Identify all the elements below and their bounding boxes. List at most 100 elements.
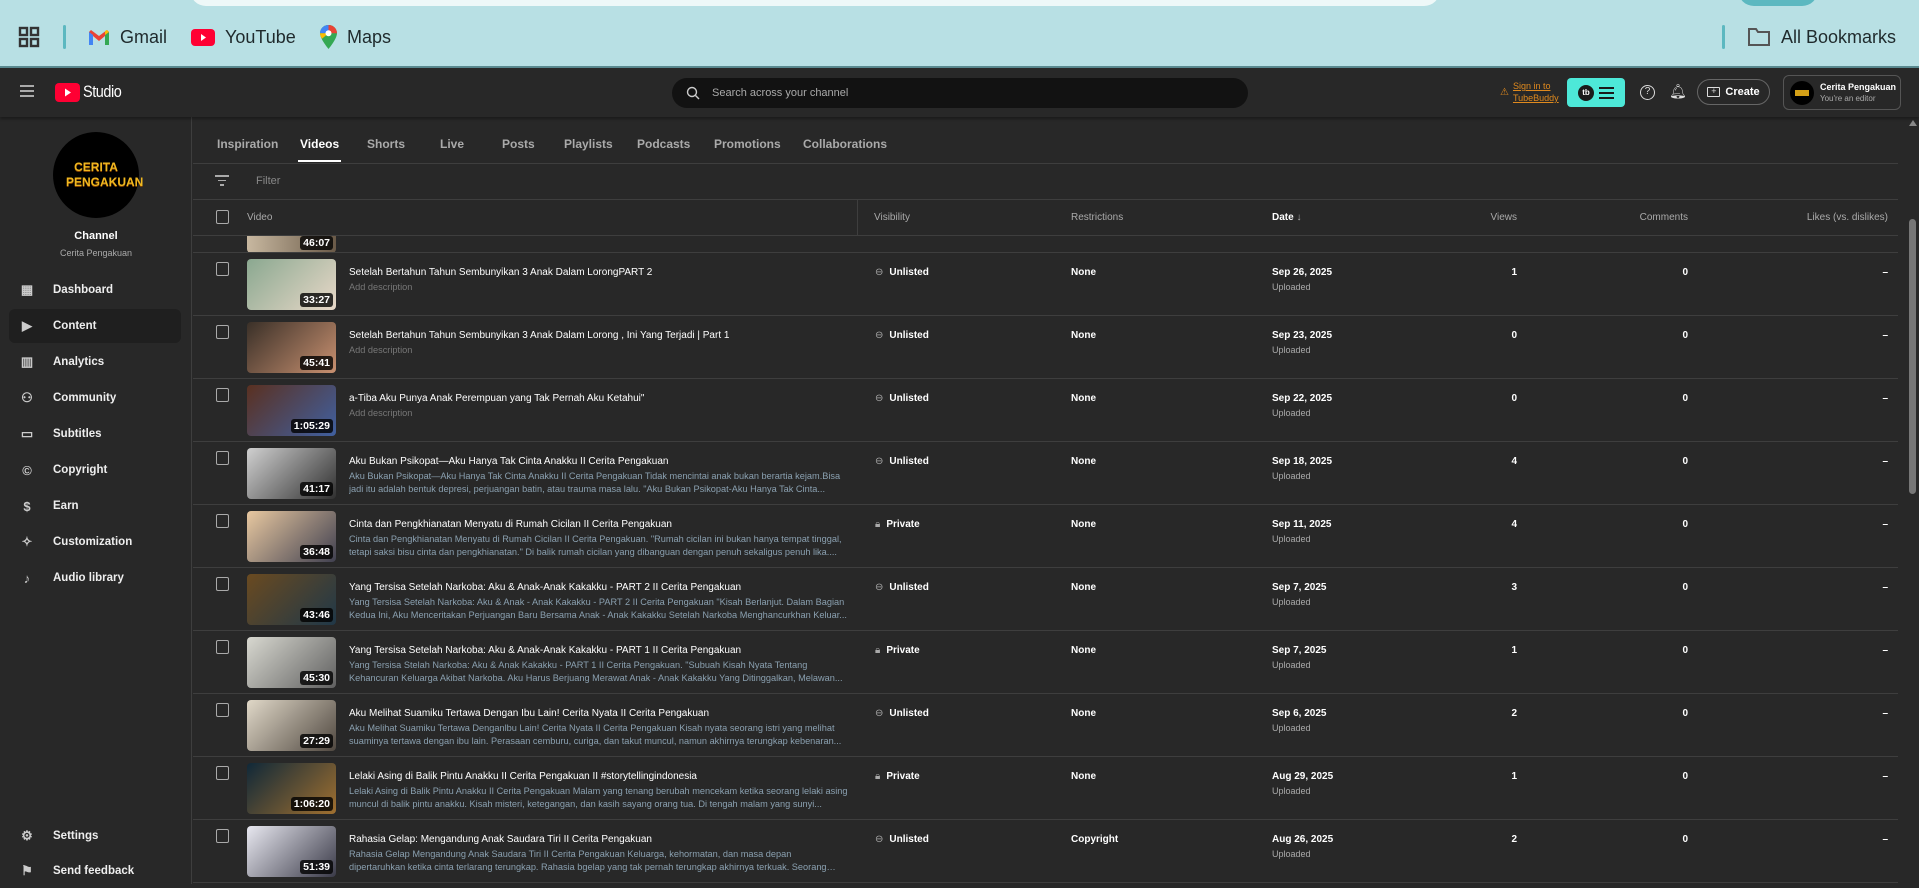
all-bookmarks[interactable]: All Bookmarks [1747, 24, 1896, 50]
column-header-visibility[interactable]: Visibility [874, 212, 910, 223]
sidebar-item-audio-library[interactable]: ♪ Audio library [9, 561, 181, 595]
visibility-dropdown[interactable]: ⊖ Unlisted [875, 456, 929, 467]
sidebar-item-earn[interactable]: $ Earn [9, 489, 181, 523]
video-title[interactable]: Setelah Bertahun Tahun Sembunyikan 3 Ana… [349, 267, 652, 278]
table-row[interactable]: 33:27 Setelah Bertahun Tahun Sembunyikan… [193, 253, 1898, 316]
table-row[interactable]: 41:17 Aku Bukan Psikopat—Aku Hanya Tak C… [193, 442, 1898, 505]
browser-button-edge[interactable] [1738, 0, 1818, 6]
tab-inspiration[interactable]: Inspiration [217, 137, 278, 151]
restrictions-value[interactable]: Copyright [1071, 834, 1118, 845]
apps-grid-icon[interactable] [18, 24, 40, 50]
select-all-checkbox[interactable] [216, 210, 229, 224]
scroll-up-icon[interactable] [1909, 120, 1917, 126]
column-header-comments[interactable]: Comments [1588, 212, 1688, 223]
tab-posts[interactable]: Posts [502, 137, 535, 151]
column-header-likes[interactable]: Likes (vs. dislikes) [1738, 212, 1888, 223]
video-title[interactable]: Cinta dan Pengkhianatan Menyatu di Rumah… [349, 519, 672, 530]
visibility-dropdown[interactable]: 🔒︎ Private [875, 771, 920, 782]
filter-icon[interactable] [215, 175, 229, 186]
video-title[interactable]: Rahasia Gelap: Mengandung Anak Saudara T… [349, 834, 652, 845]
row-checkbox[interactable] [216, 766, 229, 780]
tab-shorts[interactable]: Shorts [367, 137, 405, 151]
sidebar-item-dashboard[interactable]: ▦ Dashboard [9, 273, 181, 307]
sidebar-item-send-feedback[interactable]: ⚑ Send feedback [9, 854, 181, 888]
video-thumbnail[interactable]: 45:30 [247, 637, 336, 688]
bookmark-maps[interactable]: Maps [320, 24, 391, 50]
tubebuddy-signin-link[interactable]: ⚠ Sign in to TubeBuddy [1500, 80, 1563, 104]
row-checkbox[interactable] [216, 388, 229, 402]
table-row[interactable]: 27:29 Aku Melihat Suamiku Tertawa Dengan… [193, 694, 1898, 757]
visibility-dropdown[interactable]: 🔒︎ Private [875, 645, 920, 656]
bookmark-gmail[interactable]: Gmail [88, 24, 167, 50]
search-input[interactable]: Search across your channel [672, 78, 1248, 108]
tab-collaborations[interactable]: Collaborations [803, 137, 887, 151]
video-title[interactable]: Yang Tersisa Setelah Narkoba: Aku & Anak… [349, 582, 741, 593]
sidebar-item-analytics[interactable]: ▥ Analytics [9, 345, 181, 379]
table-row[interactable]: 1:05:29 a-Tiba Aku Punya Anak Perempuan … [193, 379, 1898, 442]
sidebar-item-customization[interactable]: ✧ Customization [9, 525, 181, 559]
table-row[interactable]: 45:30 Yang Tersisa Setelah Narkoba: Aku … [193, 631, 1898, 694]
sidebar-item-settings[interactable]: ⚙ Settings [9, 819, 181, 853]
video-description[interactable]: Add description [349, 344, 849, 357]
tab-live[interactable]: Live [440, 137, 464, 151]
row-checkbox[interactable] [216, 577, 229, 591]
visibility-dropdown[interactable]: ⊖ Unlisted [875, 330, 929, 341]
video-description[interactable]: Add description [349, 407, 849, 420]
row-checkbox[interactable] [216, 640, 229, 654]
video-thumbnail[interactable]: 1:05:29 [247, 385, 336, 436]
sidebar-item-content[interactable]: ▶ Content [9, 309, 181, 343]
visibility-dropdown[interactable]: ⊖ Unlisted [875, 267, 929, 278]
account-switcher[interactable]: Cerita Pengakuan You're an editor [1783, 75, 1901, 110]
video-title[interactable]: a-Tiba Aku Punya Anak Perempuan yang Tak… [349, 393, 644, 404]
table-row[interactable]: 45:41 Setelah Bertahun Tahun Sembunyikan… [193, 316, 1898, 379]
channel-avatar[interactable]: CERITA PENGAKUAN [53, 132, 143, 218]
row-checkbox[interactable] [216, 703, 229, 717]
tubebuddy-button[interactable]: tb [1567, 78, 1625, 107]
video-thumbnail[interactable]: 27:29 [247, 700, 336, 751]
video-thumbnail[interactable]: 33:27 [247, 259, 336, 310]
tab-videos[interactable]: Videos [300, 137, 339, 151]
video-thumbnail[interactable]: 51:39 [247, 826, 336, 877]
row-checkbox[interactable] [216, 325, 229, 339]
tab-podcasts[interactable]: Podcasts [637, 137, 690, 151]
studio-logo[interactable]: Studio [55, 82, 128, 102]
visibility-dropdown[interactable]: ⊖ Unlisted [875, 393, 929, 404]
video-description[interactable]: Add description [349, 281, 849, 294]
table-row[interactable]: 1:06:20 Lelaki Asing di Balik Pintu Anak… [193, 757, 1898, 820]
menu-icon[interactable] [20, 85, 34, 97]
table-row[interactable]: 51:39 Rahasia Gelap: Mengandung Anak Sau… [193, 820, 1898, 883]
video-thumbnail[interactable]: 46:07 [247, 236, 336, 252]
video-title[interactable]: Aku Melihat Suamiku Tertawa Dengan Ibu L… [349, 708, 709, 719]
create-button[interactable]: + Create [1697, 79, 1770, 105]
column-header-date[interactable]: Date ↓ [1272, 212, 1301, 223]
visibility-dropdown[interactable]: ⊖ Unlisted [875, 582, 929, 593]
row-checkbox[interactable] [216, 451, 229, 465]
tab-promotions[interactable]: Promotions [714, 137, 781, 151]
scrollbar-thumb[interactable] [1909, 219, 1916, 494]
video-title[interactable]: Lelaki Asing di Balik Pintu Anakku II Ce… [349, 771, 697, 782]
scrollbar[interactable] [1906, 117, 1919, 884]
tab-playlists[interactable]: Playlists [564, 137, 613, 151]
video-thumbnail[interactable]: 1:06:20 [247, 763, 336, 814]
sidebar-item-subtitles[interactable]: ▭ Subtitles [9, 417, 181, 451]
bookmark-youtube[interactable]: YouTube [191, 24, 296, 50]
visibility-dropdown[interactable]: 🔒︎ Private [875, 519, 920, 530]
column-header-views[interactable]: Views [1437, 212, 1518, 223]
help-icon[interactable]: ? [1640, 85, 1655, 100]
video-title[interactable]: Yang Tersisa Setelah Narkoba: Aku & Anak… [349, 645, 741, 656]
video-title[interactable]: Setelah Bertahun Tahun Sembunyikan 3 Ana… [349, 330, 729, 341]
row-checkbox[interactable] [216, 262, 229, 276]
column-header-restrictions[interactable]: Restrictions [1071, 212, 1123, 223]
table-row[interactable]: 36:48 Cinta dan Pengkhianatan Menyatu di… [193, 505, 1898, 568]
video-thumbnail[interactable]: 41:17 [247, 448, 336, 499]
notifications-bell-icon[interactable]: 🔔︎ [1669, 83, 1687, 100]
video-thumbnail[interactable]: 45:41 [247, 322, 336, 373]
sidebar-item-community[interactable]: ⚇ Community [9, 381, 181, 415]
video-title[interactable]: Aku Bukan Psikopat—Aku Hanya Tak Cinta A… [349, 456, 668, 467]
visibility-dropdown[interactable]: ⊖ Unlisted [875, 708, 929, 719]
visibility-dropdown[interactable]: ⊖ Unlisted [875, 834, 929, 845]
filter-input[interactable]: Filter [256, 175, 280, 187]
row-checkbox[interactable] [216, 829, 229, 843]
video-thumbnail[interactable]: 36:48 [247, 511, 336, 562]
table-row-partial[interactable]: 46:07 [193, 236, 1898, 253]
